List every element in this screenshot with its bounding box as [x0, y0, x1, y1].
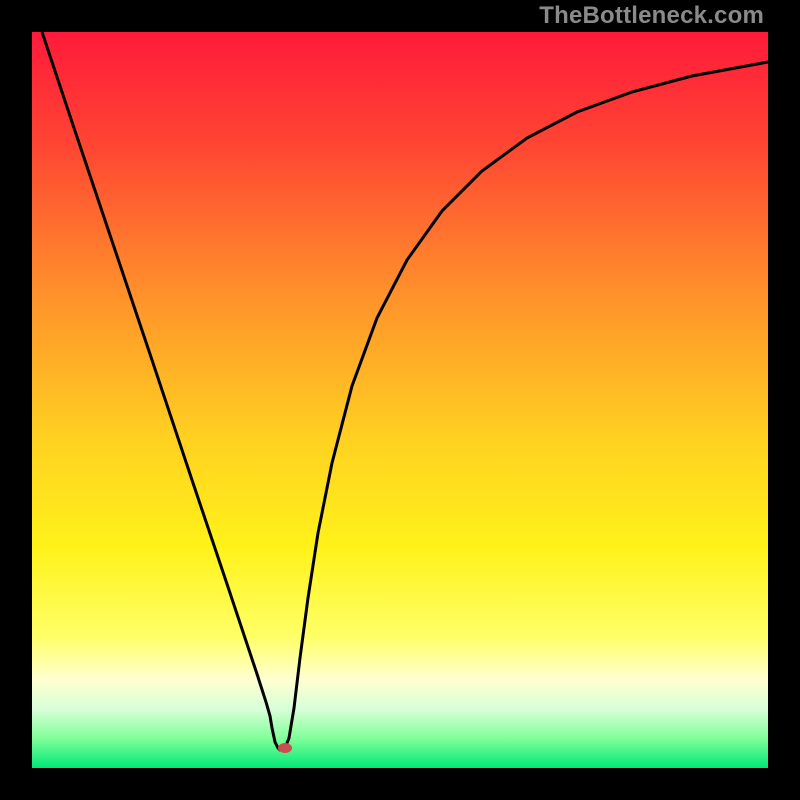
gradient-background [32, 32, 768, 768]
bottleneck-chart [32, 32, 768, 768]
optimal-point-marker [278, 743, 292, 753]
watermark-text: TheBottleneck.com [539, 2, 764, 30]
